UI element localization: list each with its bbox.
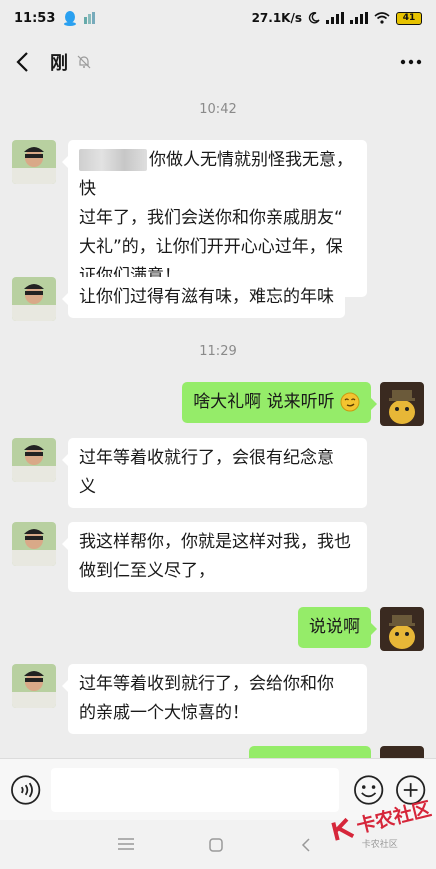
avatar[interactable] <box>12 140 56 184</box>
message-bubble[interactable]: 过年等着收就行了，会很有纪念意 义 <box>62 438 367 508</box>
message-bubble[interactable]: 我这样帮你，你就是这样对我，我也 做到仁至义尽了， <box>62 522 367 592</box>
message-text: 啥大礼啊 说来听听 <box>193 392 335 412</box>
message-line: 我这样帮你，你就是这样对我，我也 <box>79 532 351 552</box>
message-input[interactable] <box>51 767 340 812</box>
watermark-subtext: 卡农社区 <box>361 840 398 851</box>
menu-icon[interactable] <box>118 837 134 851</box>
my-avatar[interactable] <box>380 607 424 651</box>
notification-icon <box>84 12 96 24</box>
wifi-icon <box>374 12 390 24</box>
message-line: 过年了，我们会送你和你亲戚朋友“ <box>79 208 343 228</box>
signal-icon <box>326 12 344 24</box>
message-line: 义 <box>79 477 96 497</box>
chat-header: 刚 <box>0 36 436 88</box>
my-avatar-partial <box>380 746 424 758</box>
my-message-bubble[interactable]: 说说啊 <box>298 607 377 648</box>
message-line: 你做人无情就别怪我无意，快 <box>79 149 353 199</box>
avatar[interactable] <box>12 277 56 321</box>
message-line: 做到仁至义尽了， <box>79 561 215 581</box>
mute-bell-icon <box>77 55 91 69</box>
moon-icon <box>308 12 320 24</box>
message-text: 让你们过得有滋有味，难忘的年味 <box>79 287 334 307</box>
message-line: 过年等着收到就行了，会给你和你 <box>79 674 334 694</box>
voice-icon[interactable] <box>10 774 41 806</box>
avatar[interactable] <box>12 438 56 482</box>
status-bar: 11:53 27.1K/s 41 <box>0 0 436 36</box>
message-line: 大礼”的，让你们开开心心过年，保 <box>79 237 343 257</box>
more-icon[interactable] <box>398 50 424 74</box>
status-time: 11:53 <box>14 10 56 26</box>
timestamp: 11:29 <box>199 344 237 359</box>
my-message-bubble[interactable]: 啥大礼啊 说来听听 <box>182 382 377 423</box>
smirk-emoji-icon <box>340 392 360 412</box>
home-icon[interactable] <box>208 837 224 853</box>
message-bubble[interactable]: 让你们过得有滋有味，难忘的年味 <box>62 277 345 318</box>
my-message-bubble-partial <box>249 746 371 758</box>
avatar[interactable] <box>12 522 56 566</box>
message-bubble[interactable]: 你做人无情就别怪我无意，快 过年了，我们会送你和你亲戚朋友“ 大礼”的，让你们开… <box>62 140 367 297</box>
battery-icon: 41 <box>396 11 422 25</box>
message-text: 说说啊 <box>309 617 360 637</box>
message-bubble[interactable]: 过年等着收到就行了，会给你和你 的亲戚一个大惊喜的！ <box>62 664 367 734</box>
back-arrow-icon[interactable] <box>12 50 36 74</box>
emoji-icon[interactable] <box>353 774 384 806</box>
message-line: 的亲戚一个大惊喜的！ <box>79 703 249 723</box>
nav-back-icon[interactable] <box>300 837 312 853</box>
avatar[interactable] <box>12 664 56 708</box>
timestamp: 10:42 <box>199 102 237 117</box>
blurred-name <box>79 149 147 171</box>
qq-icon <box>64 11 77 26</box>
signal-icon-2 <box>350 12 368 24</box>
chat-title: 刚 <box>50 53 68 74</box>
my-avatar[interactable] <box>380 382 424 426</box>
net-speed: 27.1K/s <box>251 11 302 25</box>
status-right: 27.1K/s 41 <box>252 11 422 25</box>
message-line: 过年等着收就行了，会很有纪念意 <box>79 448 334 468</box>
